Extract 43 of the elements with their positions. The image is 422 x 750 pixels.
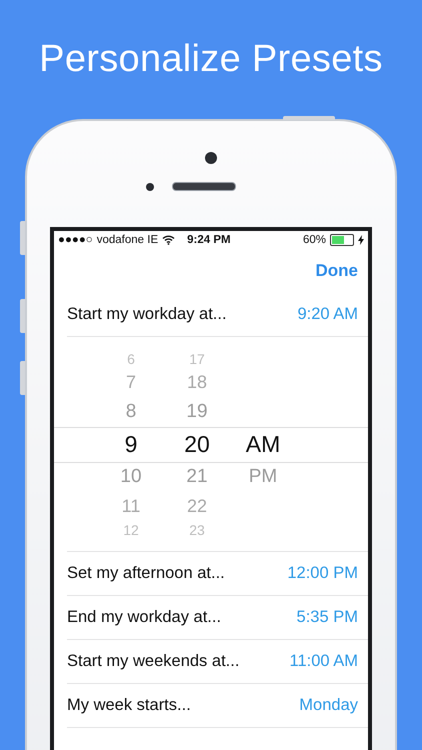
- sensor-icon: [146, 182, 154, 190]
- picker-option[interactable]: AM: [246, 430, 280, 458]
- setting-row[interactable]: Start my weekends at... 11:00 AM: [67, 640, 368, 684]
- picker-option[interactable]: 19: [186, 400, 208, 422]
- picker-option[interactable]: 17: [189, 350, 205, 366]
- done-button[interactable]: Done: [312, 261, 362, 281]
- picker-option[interactable]: 9: [124, 430, 138, 458]
- setting-value: Monday: [299, 696, 358, 715]
- setting-row[interactable]: End my workday at... 5:35 PM: [67, 596, 368, 640]
- picker-option[interactable]: 23: [189, 522, 205, 538]
- picker-option[interactable]: 6: [127, 350, 135, 366]
- time-picker[interactable]: 6 7 8 9 10 11 12 17 18 19 20 21 22 23 AM PM: [67, 337, 368, 552]
- camera-icon: [205, 152, 217, 164]
- signal-dots: ●●●●○: [58, 234, 93, 246]
- setting-value: 5:35 PM: [296, 608, 358, 627]
- wifi-icon: [162, 235, 176, 245]
- setting-row[interactable]: Start my workday at... 9:20 AM: [67, 293, 368, 337]
- picker-option[interactable]: 22: [186, 496, 208, 516]
- setting-value: 11:00 AM: [290, 652, 358, 671]
- battery-icon: [330, 234, 354, 246]
- battery-percent: 60%: [302, 234, 326, 246]
- setting-label: Set my afternoon at...: [67, 564, 225, 583]
- picker-option[interactable]: 8: [126, 400, 136, 422]
- picker-option[interactable]: PM: [248, 466, 278, 488]
- picker-option[interactable]: 11: [122, 496, 140, 516]
- picker-option[interactable]: 21: [186, 466, 208, 488]
- picker-option[interactable]: 10: [120, 466, 142, 488]
- setting-row[interactable]: My week starts... Monday: [67, 684, 368, 728]
- setting-value: 12:00 PM: [287, 564, 358, 583]
- picker-option[interactable]: 18: [186, 372, 208, 392]
- setting-label: Start my workday at...: [67, 305, 227, 324]
- speaker-grille: [172, 182, 236, 191]
- status-time: 9:24 PM: [187, 234, 231, 246]
- headline: Personalize Presets: [39, 38, 383, 81]
- setting-label: My week starts...: [67, 696, 191, 715]
- setting-row[interactable]: Set my afternoon at... 12:00 PM: [67, 552, 368, 596]
- picker-option[interactable]: 12: [123, 522, 139, 538]
- carrier-name: vodafone IE: [96, 234, 158, 246]
- picker-option[interactable]: 20: [184, 430, 210, 458]
- setting-label: Start my weekends at...: [67, 652, 240, 671]
- picker-option[interactable]: 7: [126, 372, 136, 392]
- setting-value: 9:20 AM: [297, 305, 358, 324]
- setting-label: End my workday at...: [67, 608, 222, 627]
